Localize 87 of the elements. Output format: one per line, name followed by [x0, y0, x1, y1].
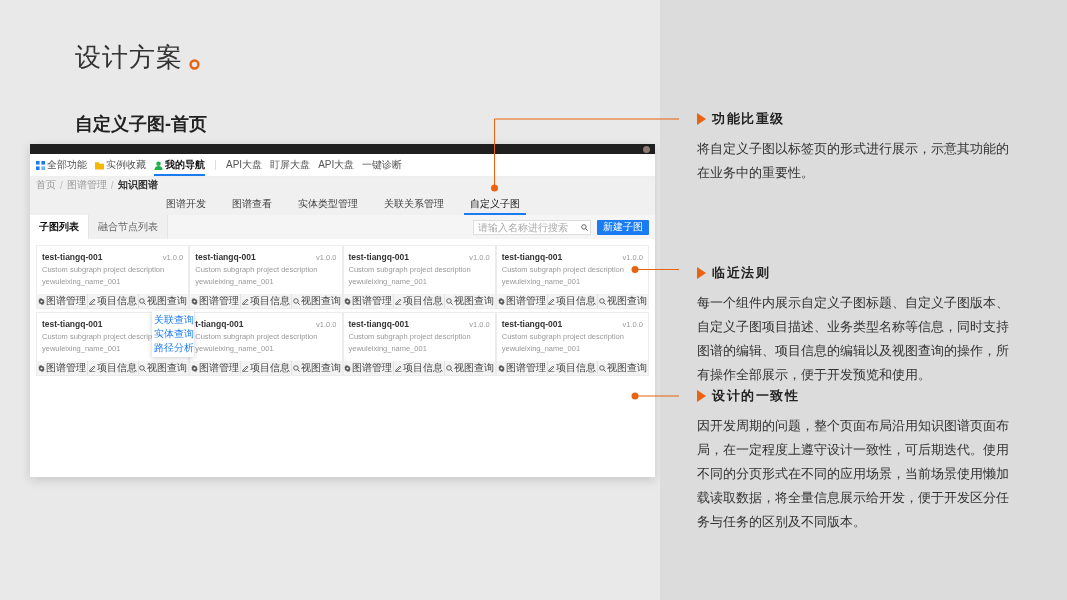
pencil-icon	[395, 364, 403, 372]
card-action[interactable]: 项目信息	[394, 361, 445, 375]
triangle-icon	[697, 113, 706, 125]
subtab[interactable]: 子图列表	[30, 215, 89, 239]
card-action[interactable]: 项目信息	[241, 361, 292, 375]
tab[interactable]: 图谱查看	[225, 193, 278, 215]
slide-title: 设计方案	[75, 41, 183, 74]
search-icon	[139, 297, 147, 305]
note-heading: 设计的一致性	[712, 387, 799, 405]
avatar-icon	[643, 145, 650, 153]
card-action[interactable]: 项目信息	[241, 294, 292, 308]
nav-item[interactable]: 全部功能	[36, 154, 87, 176]
tab[interactable]: 实体类型管理	[291, 193, 364, 215]
card-title: test-tiangq-001	[42, 319, 103, 329]
note-text: 每一个组件内展示自定义子图标题、自定义子图版本、自定义子图项目描述、业务类型名称等信息，同时支持图谱的编辑、项目信息的编辑以及视图查询的操作，所有操作全部展示，便于开发预览和使用。	[697, 295, 1010, 384]
nav-item[interactable]: API大盘	[318, 154, 355, 176]
card-title: test-tiangq-001	[501, 319, 563, 329]
triangle-icon	[697, 390, 706, 402]
card-action[interactable]: 图谱管理	[190, 294, 241, 308]
card-action[interactable]: 图谱管理	[496, 294, 548, 308]
breadcrumb-item: 知识图谱	[117, 178, 158, 192]
folder-icon	[95, 160, 104, 170]
search-field[interactable]: 请输入名称进行搜索	[473, 219, 591, 235]
leader-line	[631, 266, 680, 273]
grid-icon	[36, 160, 45, 170]
note-heading: 临近法则	[712, 264, 770, 282]
card-action[interactable]: 图谱管理	[37, 361, 88, 375]
card-action[interactable]: 视图查询	[445, 294, 495, 308]
search-icon	[139, 364, 147, 372]
card-action[interactable]: 项目信息	[87, 294, 139, 308]
card-action[interactable]: 图谱管理	[37, 294, 88, 308]
search-icon	[581, 223, 588, 231]
card-action[interactable]: 图谱管理	[496, 361, 548, 375]
ring-icon	[189, 59, 200, 70]
card-title: test-tiangq-001	[501, 252, 563, 262]
pencil-icon	[548, 297, 556, 305]
note-text: 因开发周期的问题，整个页面布局沿用知识图谱页面布局，在一定程度上遵守设计一致性，可后期迭代。使用不同的分页形式在不同的应用场景，当前场景使用懒加载读取数据，将全量信息展示给开发，便于开发区分任务与任务的区别及不同版本。	[697, 418, 1010, 531]
subtab[interactable]: 融合节点列表	[89, 215, 168, 239]
card-title: test-tiangq-001	[42, 252, 103, 262]
person-icon	[154, 160, 163, 170]
pencil-icon	[241, 364, 249, 372]
card-action[interactable]: 项目信息	[547, 361, 599, 375]
search-icon	[292, 364, 300, 372]
note-text: 将自定义子图以标签页的形式进行展示，示意其功能的在业务中的重要性。	[697, 141, 1010, 182]
search-icon	[599, 297, 607, 305]
card-action[interactable]: 图谱管理	[343, 361, 395, 375]
card-title: test-tiangq-001	[195, 252, 256, 262]
search-icon	[292, 297, 300, 305]
card-action[interactable]: 视图查询	[598, 294, 648, 308]
card-action[interactable]: 视图查询	[598, 361, 648, 375]
menu-item[interactable]: 关联查询	[152, 313, 195, 327]
card-action[interactable]: 项目信息	[547, 294, 599, 308]
section-heading: 自定义子图-首页	[75, 113, 208, 136]
card-action[interactable]: 视图查询	[291, 294, 342, 308]
pencil-icon	[548, 364, 556, 372]
leader-line	[631, 392, 680, 400]
card-action[interactable]: 视图查询	[138, 294, 189, 308]
breadcrumb-separator: /	[110, 179, 114, 191]
note-heading: 功能比重级	[712, 110, 785, 128]
card-action[interactable]: 视图查询	[138, 361, 189, 375]
nav-item[interactable]: 盯屏大盘	[270, 154, 311, 176]
card-action[interactable]: 项目信息	[87, 361, 139, 375]
card-action[interactable]: 视图查询	[445, 361, 495, 375]
card-title: test-tiangq-001	[348, 319, 409, 329]
card-action[interactable]: 视图查询	[291, 361, 342, 375]
pencil-icon	[88, 364, 96, 372]
triangle-icon	[697, 267, 706, 279]
search-icon	[599, 364, 607, 372]
tab[interactable]: 图谱开发	[159, 193, 212, 215]
nav-item[interactable]: 一键诊断	[362, 154, 403, 176]
card-action[interactable]: 图谱管理	[343, 294, 395, 308]
nav-item[interactable]: API大盘	[226, 154, 263, 176]
create-button[interactable]: 新建子图	[597, 219, 649, 235]
search-icon	[445, 297, 453, 305]
nav-item[interactable]: 实例收藏	[95, 154, 146, 176]
search-icon	[445, 364, 453, 372]
pencil-icon	[241, 297, 249, 305]
card-title: t-tiangq-001	[195, 319, 244, 329]
menu-item[interactable]: 路径分析	[152, 341, 195, 355]
pencil-icon	[88, 297, 96, 305]
tab[interactable]: 关联关系管理	[377, 193, 450, 215]
menu-item[interactable]: 实体查询	[152, 327, 195, 341]
card-action[interactable]: 图谱管理	[190, 361, 241, 375]
card-action[interactable]: 项目信息	[394, 294, 445, 308]
card-title: test-tiangq-001	[348, 252, 409, 262]
pencil-icon	[395, 297, 403, 305]
breadcrumb-separator: /	[60, 179, 63, 191]
